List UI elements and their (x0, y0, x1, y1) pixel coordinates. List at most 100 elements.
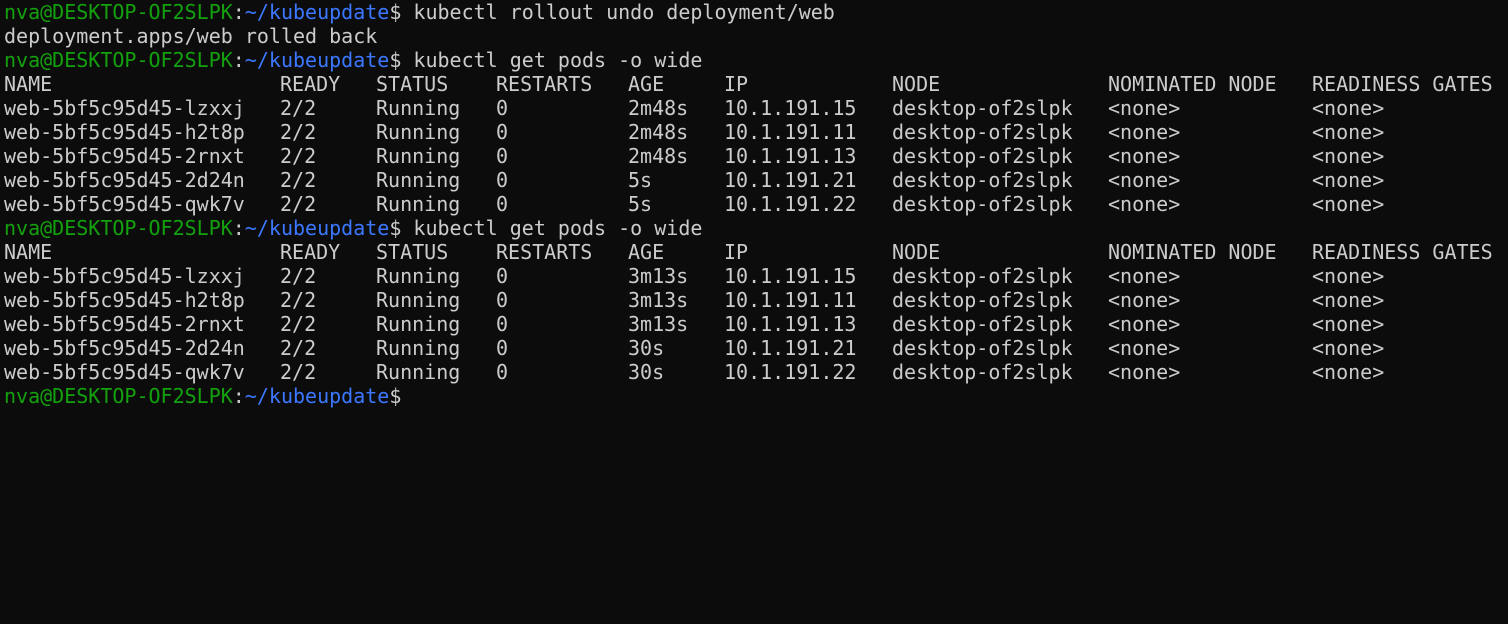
pod-restarts: 0 (496, 144, 509, 168)
pod-nominated-node: <none> (1108, 144, 1181, 168)
table-row: web-5bf5c95d45-qwk7v 2/2 Running 0 30s 1… (4, 360, 1508, 384)
pod-nominated-node: <none> (1108, 336, 1181, 360)
pod-nominated-node: <none> (1108, 288, 1181, 312)
pod-readiness-gates: <none> (1312, 120, 1385, 144)
table-row: web-5bf5c95d45-2d24n 2/2 Running 0 30s 1… (4, 336, 1508, 360)
pod-ip: 10.1.191.13 (724, 312, 857, 336)
pod-ip: 10.1.191.15 (724, 264, 857, 288)
pod-status: Running (376, 168, 461, 192)
pod-node: desktop-of2slpk (892, 288, 1073, 312)
prompt-line-active[interactable]: nva@DESKTOP-OF2SLPK:~/kubeupdate$ (4, 384, 1508, 408)
pod-ip: 10.1.191.11 (724, 288, 857, 312)
pod-nominated-node: <none> (1108, 360, 1181, 384)
pod-readiness-gates: <none> (1312, 288, 1385, 312)
header-name: NAME (4, 240, 53, 264)
terminal-window[interactable]: nva@DESKTOP-OF2SLPK:~/kubeupdate$ kubect… (0, 0, 1508, 408)
table-row: web-5bf5c95d45-qwk7v 2/2 Running 0 5s 10… (4, 192, 1508, 216)
table-row: web-5bf5c95d45-2rnxt 2/2 Running 0 3m13s… (4, 312, 1508, 336)
pod-restarts: 0 (496, 312, 509, 336)
pod-ready: 2/2 (280, 312, 317, 336)
header-status: STATUS (376, 72, 449, 96)
pod-ip: 10.1.191.22 (724, 192, 857, 216)
pod-age: 30s (628, 336, 665, 360)
pod-nominated-node: <none> (1108, 120, 1181, 144)
prompt-path: ~/kubeupdate (244, 48, 390, 72)
pod-ip: 10.1.191.15 (724, 96, 857, 120)
command-text: kubectl get pods -o wide (401, 216, 703, 240)
prompt-line: nva@DESKTOP-OF2SLPK:~/kubeupdate$ kubect… (4, 48, 1508, 72)
pod-node: desktop-of2slpk (892, 168, 1073, 192)
pod-node: desktop-of2slpk (892, 360, 1073, 384)
prompt-sigil: $ (389, 0, 402, 24)
header-node: NODE (892, 72, 941, 96)
pod-readiness-gates: <none> (1312, 264, 1385, 288)
header-ready: READY (280, 240, 341, 264)
prompt-sigil: $ (389, 48, 402, 72)
pod-status: Running (376, 360, 461, 384)
pod-node: desktop-of2slpk (892, 96, 1073, 120)
table-row: web-5bf5c95d45-2rnxt 2/2 Running 0 2m48s… (4, 144, 1508, 168)
pod-status: Running (376, 96, 461, 120)
pod-status: Running (376, 288, 461, 312)
pod-restarts: 0 (496, 168, 509, 192)
pod-ready: 2/2 (280, 336, 317, 360)
header-name: NAME (4, 72, 53, 96)
pod-age: 2m48s (628, 120, 689, 144)
prompt-path: ~/kubeupdate (244, 216, 390, 240)
pod-name: web-5bf5c95d45-2rnxt (4, 312, 245, 336)
header-age: AGE (628, 240, 665, 264)
pod-node: desktop-of2slpk (892, 144, 1073, 168)
pod-status: Running (376, 336, 461, 360)
pod-restarts: 0 (496, 192, 509, 216)
prompt-path: ~/kubeupdate (244, 0, 390, 24)
pod-readiness-gates: <none> (1312, 168, 1385, 192)
command-text: kubectl get pods -o wide (401, 48, 703, 72)
pod-readiness-gates: <none> (1312, 336, 1385, 360)
pod-nominated-node: <none> (1108, 96, 1181, 120)
header-readiness-gates: READINESS GATES (1312, 72, 1493, 96)
pod-ip: 10.1.191.21 (724, 336, 857, 360)
pod-node: desktop-of2slpk (892, 264, 1073, 288)
pod-ready: 2/2 (280, 192, 317, 216)
pod-ready: 2/2 (280, 360, 317, 384)
pod-name: web-5bf5c95d45-2d24n (4, 336, 245, 360)
pod-ip: 10.1.191.13 (724, 144, 857, 168)
prompt-separator: : (232, 48, 245, 72)
pod-name: web-5bf5c95d45-lzxxj (4, 264, 245, 288)
pod-nominated-node: <none> (1108, 312, 1181, 336)
pod-status: Running (376, 264, 461, 288)
pod-ready: 2/2 (280, 288, 317, 312)
pod-readiness-gates: <none> (1312, 144, 1385, 168)
table-row: web-5bf5c95d45-lzxxj 2/2 Running 0 3m13s… (4, 264, 1508, 288)
pod-restarts: 0 (496, 288, 509, 312)
pod-restarts: 0 (496, 336, 509, 360)
pod-age: 2m48s (628, 144, 689, 168)
table-row: web-5bf5c95d45-h2t8p 2/2 Running 0 3m13s… (4, 288, 1508, 312)
prompt-line: nva@DESKTOP-OF2SLPK:~/kubeupdate$ kubect… (4, 216, 1508, 240)
header-nominated-node: NOMINATED NODE (1108, 72, 1277, 96)
pod-readiness-gates: <none> (1312, 312, 1385, 336)
pod-ready: 2/2 (280, 144, 317, 168)
prompt-separator: : (232, 216, 245, 240)
command-output: deployment.apps/web rolled back (4, 24, 378, 48)
pod-status: Running (376, 120, 461, 144)
pod-readiness-gates: <none> (1312, 360, 1385, 384)
pod-age: 2m48s (628, 96, 689, 120)
pod-ip: 10.1.191.11 (724, 120, 857, 144)
header-status: STATUS (376, 240, 449, 264)
pod-age: 3m13s (628, 312, 689, 336)
pod-name: web-5bf5c95d45-h2t8p (4, 288, 245, 312)
pod-name: web-5bf5c95d45-h2t8p (4, 120, 245, 144)
pod-ready: 2/2 (280, 168, 317, 192)
pod-restarts: 0 (496, 264, 509, 288)
pod-age: 5s (628, 168, 653, 192)
prompt-sigil: $ (389, 216, 402, 240)
pod-name: web-5bf5c95d45-qwk7v (4, 192, 245, 216)
header-age: AGE (628, 72, 665, 96)
pod-node: desktop-of2slpk (892, 312, 1073, 336)
prompt-path: ~/kubeupdate (244, 384, 390, 408)
pod-name: web-5bf5c95d45-qwk7v (4, 360, 245, 384)
table-header: NAME READY STATUS RESTARTS AGE IP NODE N… (4, 72, 1508, 96)
prompt-separator: : (232, 0, 245, 24)
pod-restarts: 0 (496, 360, 509, 384)
